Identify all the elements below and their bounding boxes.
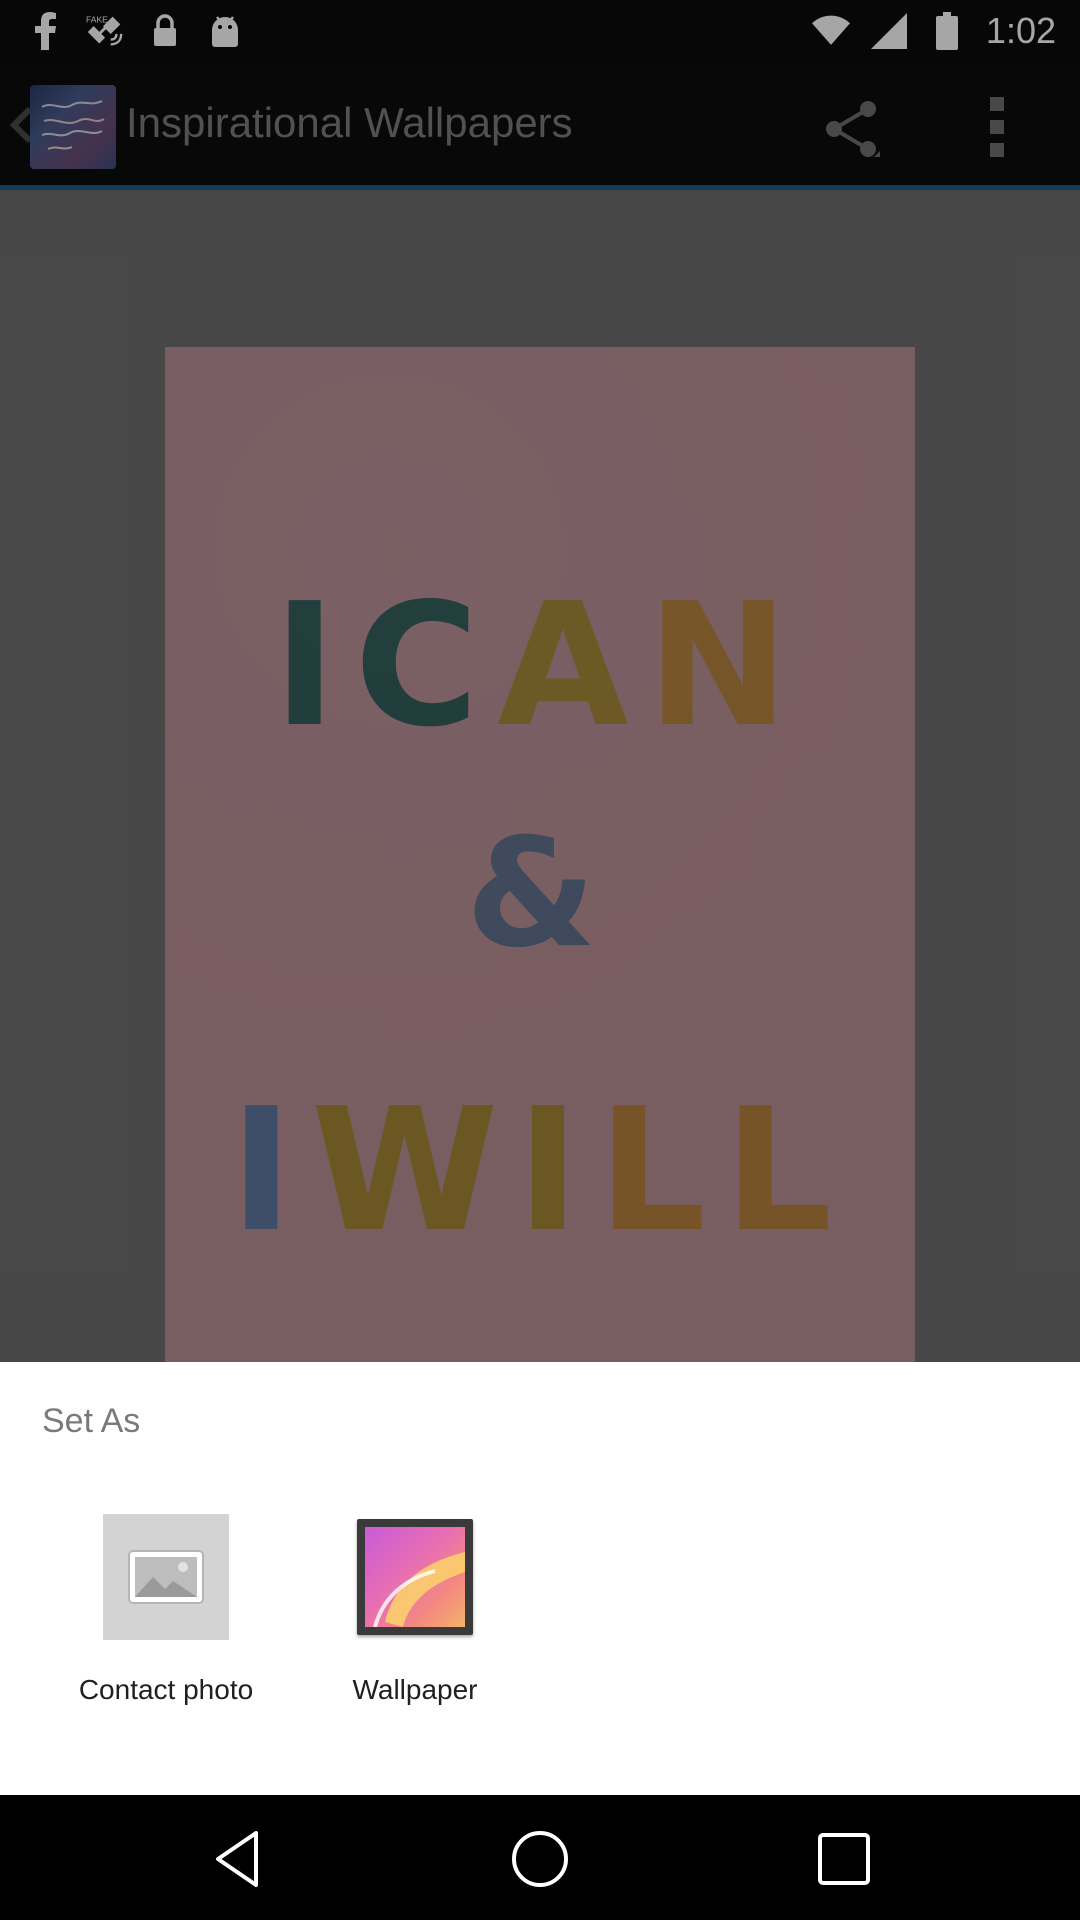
option-wallpaper[interactable]: Wallpaper xyxy=(300,1514,530,1754)
option-label: Wallpaper xyxy=(352,1674,478,1705)
home-circle-icon[interactable] xyxy=(508,1827,572,1891)
option-contact-photo[interactable]: Contact photo xyxy=(51,1514,281,1754)
image-placeholder-icon xyxy=(103,1514,229,1640)
option-label: Contact photo xyxy=(78,1674,254,1705)
navigation-bar xyxy=(0,1795,1080,1920)
back-triangle-icon[interactable] xyxy=(206,1827,270,1891)
wallpaper-gallery-icon xyxy=(352,1514,478,1640)
sheet-title: Set As xyxy=(42,1402,141,1440)
recent-square-icon[interactable] xyxy=(812,1827,876,1891)
dim-overlay[interactable] xyxy=(0,0,1080,1362)
set-as-sheet: Set As Contact photo Wallpaper xyxy=(0,1362,1080,1795)
screen: FAKE 1:02 Inspirational Wallpapers ICAN … xyxy=(0,0,1080,1920)
